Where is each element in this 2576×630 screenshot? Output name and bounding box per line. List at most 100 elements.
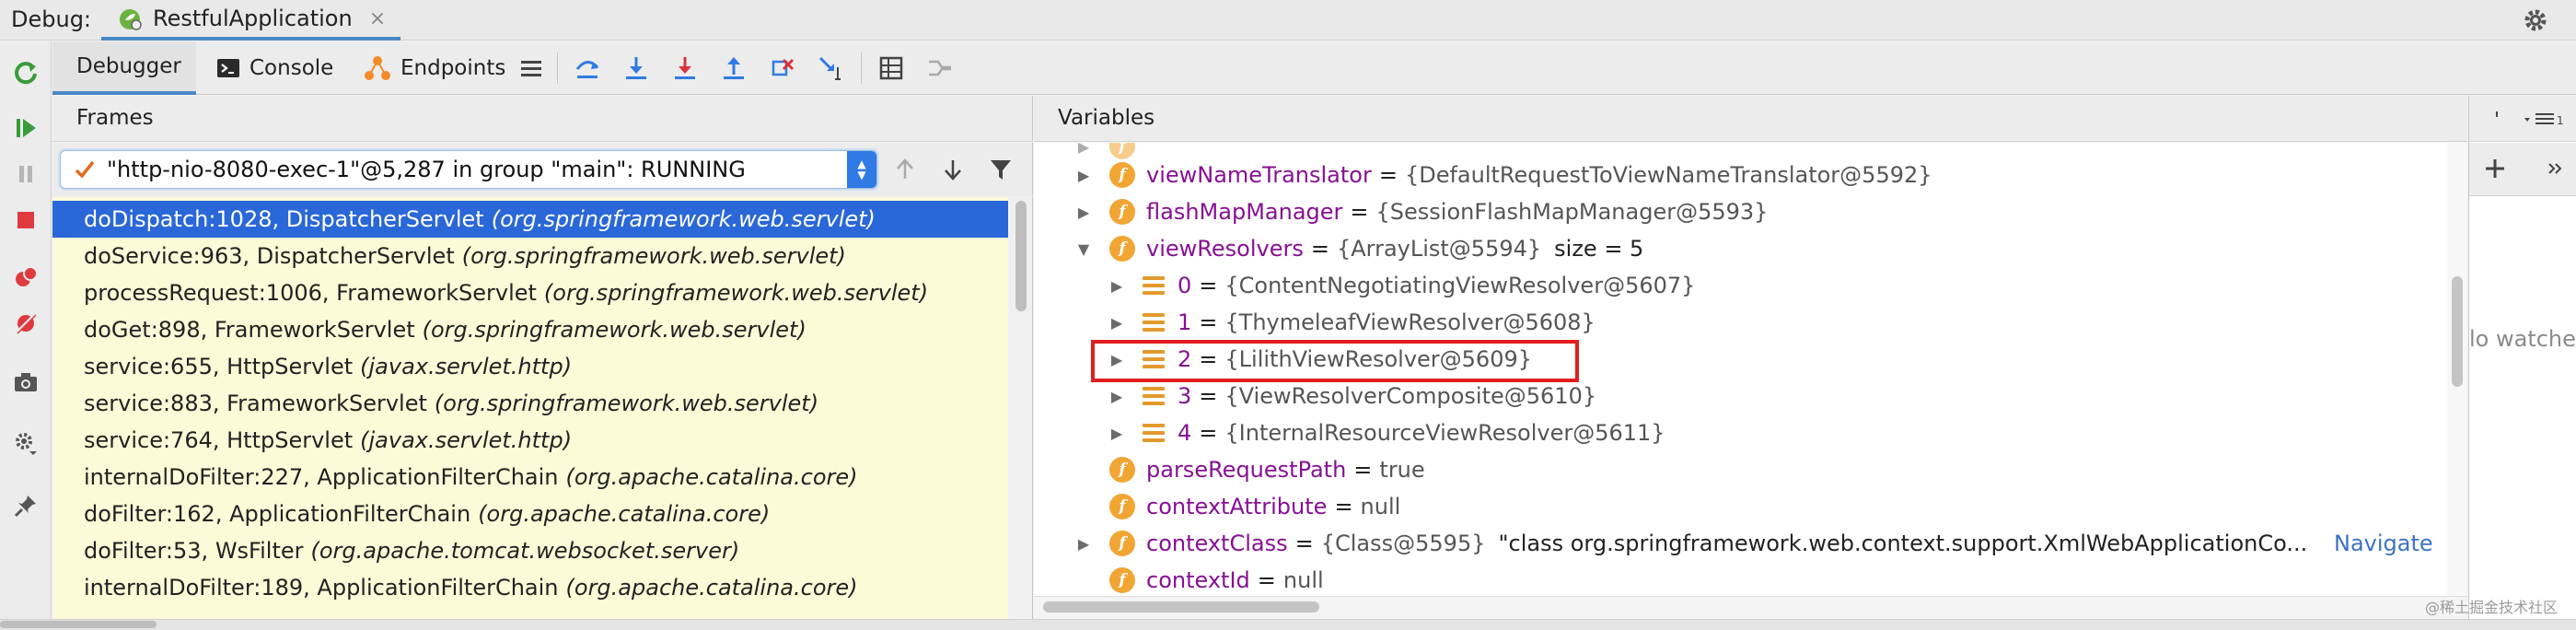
variable-size: size = 5 [1554,236,1644,262]
stop-icon[interactable] [11,205,41,235]
frames-scrollbar-thumb[interactable] [1015,201,1027,311]
variable-name: parseRequestPath [1146,457,1347,483]
expand-more-icon[interactable] [2547,159,2565,178]
spring-boot-icon [120,9,142,30]
settings-icon[interactable] [11,428,41,458]
watches-empty-text: lo watche [2469,326,2576,352]
run-to-cursor-icon[interactable] [817,53,846,83]
pause-icon[interactable] [11,159,41,189]
expand-arrow-icon[interactable]: ▶ [1074,535,1093,553]
field-icon: f [1109,494,1135,519]
thread-dropdown[interactable]: "http-nio-8080-exec-1"@5,287 in group "m… [60,150,877,189]
variable-row[interactable]: ▶ 0 = {ContentNegotiatingViewResolver@56… [1108,267,1696,304]
frame-package: (org.apache.catalina.core) [478,501,771,527]
previous-frame-icon[interactable] [890,154,920,185]
menu-icon[interactable] [516,53,546,83]
trace-stream-icon[interactable] [925,53,955,83]
tab-console[interactable]: Console [216,41,333,95]
variables-vertical-scrollbar-thumb[interactable] [2452,276,2463,387]
expand-arrow-icon[interactable]: ▶ [1074,204,1093,221]
frame-method: internalDoFilter:227, ApplicationFilterC… [84,464,559,490]
variable-name: contextClass [1146,531,1288,556]
frame-method: service:764, HttpServlet [84,427,354,453]
expand-arrow-icon[interactable]: ▶ [1108,425,1126,442]
pin-icon[interactable] [11,491,41,520]
frame-row[interactable]: doService:963, DispatcherServlet (org.spr… [52,238,1008,274]
step-into-icon[interactable] [621,53,651,83]
frame-row[interactable]: service:883, FrameworkServlet (org.spring… [52,385,1008,422]
next-frame-icon[interactable] [938,154,968,185]
force-step-into-icon[interactable] [670,53,700,83]
navigate-link[interactable]: Navigate [2327,531,2433,556]
bottom-scrollbar-thumb[interactable] [0,621,157,628]
frame-row[interactable]: internalDoFilter:227, ApplicationFilterC… [52,459,1008,496]
evaluate-expression-icon[interactable] [876,53,906,83]
watches-toggle-icon[interactable] [2488,109,2506,127]
tab-endpoints[interactable]: Endpoints [364,41,505,95]
debug-label: Debug: [11,6,92,32]
expand-arrow-icon[interactable]: ▶ [1108,314,1126,332]
resume-icon[interactable] [11,113,41,143]
frame-row[interactable]: doDispatch:1028, DispatcherServlet (org.s… [52,201,1008,238]
endpoints-icon [365,56,390,80]
filter-icon[interactable] [986,154,1015,185]
variable-name: viewNameTranslator [1146,162,1372,188]
frame-row[interactable]: doFilter:53, WsFilter (org.apache.tomcat.… [52,532,1008,569]
expand-arrow-icon[interactable]: ▶ [1108,388,1126,405]
step-over-icon[interactable] [573,53,602,83]
frame-package: (org.springframework.web.servlet) [491,206,876,232]
variable-row[interactable]: f contextAttribute = null [1074,488,1400,525]
gear-icon[interactable] [2521,6,2550,35]
frame-row[interactable]: service:764, HttpServlet (javax.servlet.h… [52,422,1008,459]
frame-row[interactable]: doGet:898, FrameworkServlet (org.springfr… [52,311,1008,348]
list-element-icon [1143,274,1165,297]
frame-row[interactable]: service:655, HttpServlet (javax.servlet.h… [52,348,1008,385]
variable-row[interactable]: ▶ f contextClass = {Class@5595} "class o… [1074,525,2446,562]
field-icon: f [1109,162,1135,188]
bottom-scrollbar[interactable] [0,619,2576,630]
frame-method: doFilter:162, ApplicationFilterChain [84,501,471,527]
step-out-icon[interactable] [719,53,748,83]
mute-breakpoints-icon[interactable] [11,309,41,338]
tab-debugger[interactable]: Debugger [52,41,196,95]
variable-value: null [1360,494,1401,519]
frame-row[interactable]: doFilter:162, ApplicationFilterChain (org… [52,496,1008,532]
list-element-icon [1143,385,1165,407]
watches-options-icon[interactable]: 1 [2523,109,2569,129]
drop-frame-icon[interactable] [768,53,797,83]
variable-row[interactable]: ▶ 3 = {ViewResolverComposite@5610} [1108,378,1596,414]
variable-name: 3 [1178,383,1192,409]
variable-value: null [1282,567,1324,593]
frame-row[interactable]: internalDoFilter:189, ApplicationFilterC… [52,569,1008,606]
view-breakpoints-icon[interactable] [11,262,41,292]
variable-row[interactable]: ▶ f viewNameTranslator = {DefaultRequest… [1074,157,1932,193]
close-icon[interactable]: × [369,7,386,30]
camera-icon[interactable] [11,368,41,397]
add-watch-icon[interactable] [2482,156,2508,181]
collapse-arrow-icon[interactable]: ▼ [1074,240,1093,258]
frame-method: service:655, HttpServlet [84,354,354,379]
expand-arrow-icon[interactable]: ▶ [1074,167,1093,184]
tab-debugger-label: Debugger [76,54,181,78]
watches-toolbar [2469,143,2576,196]
frame-method: processRequest:1006, FrameworkServlet [84,280,537,306]
variable-tostring: "class org.springframework.web.context.s… [1498,531,2308,556]
variable-row[interactable]: ▶ f flashMapManager = {SessionFlashMapMa… [1074,193,1768,230]
field-icon: f [1109,236,1135,262]
variables-title: Variables [1058,106,1155,130]
field-icon: f [1109,531,1135,556]
variable-row[interactable]: f contextId = null [1074,562,1324,596]
frame-row[interactable]: processRequest:1006, FrameworkServlet (or… [52,274,1008,311]
variable-row[interactable]: ▼ f viewResolvers = {ArrayList@5594} siz… [1074,230,1643,267]
dropdown-arrows-icon[interactable]: ▲ ▼ [847,151,876,188]
watches-panel: 1 lo watche [2468,96,2576,619]
expand-arrow-icon[interactable]: ▶ [1108,277,1126,295]
variable-row[interactable]: ▶ 1 = {ThymeleafViewResolver@5608} [1108,304,1595,341]
variable-row[interactable]: f parseRequestPath = true [1074,451,1425,488]
variable-value: {SessionFlashMapManager@5593} [1375,199,1769,225]
run-config-tab[interactable]: RestfulApplication × [101,0,401,41]
rerun-icon[interactable] [11,58,41,88]
variable-value: {ArrayList@5594} [1336,236,1542,262]
variable-row[interactable]: ▶ 4 = {InternalResourceViewResolver@5611… [1108,414,1665,451]
variables-horizontal-scrollbar-thumb[interactable] [1043,601,1319,612]
